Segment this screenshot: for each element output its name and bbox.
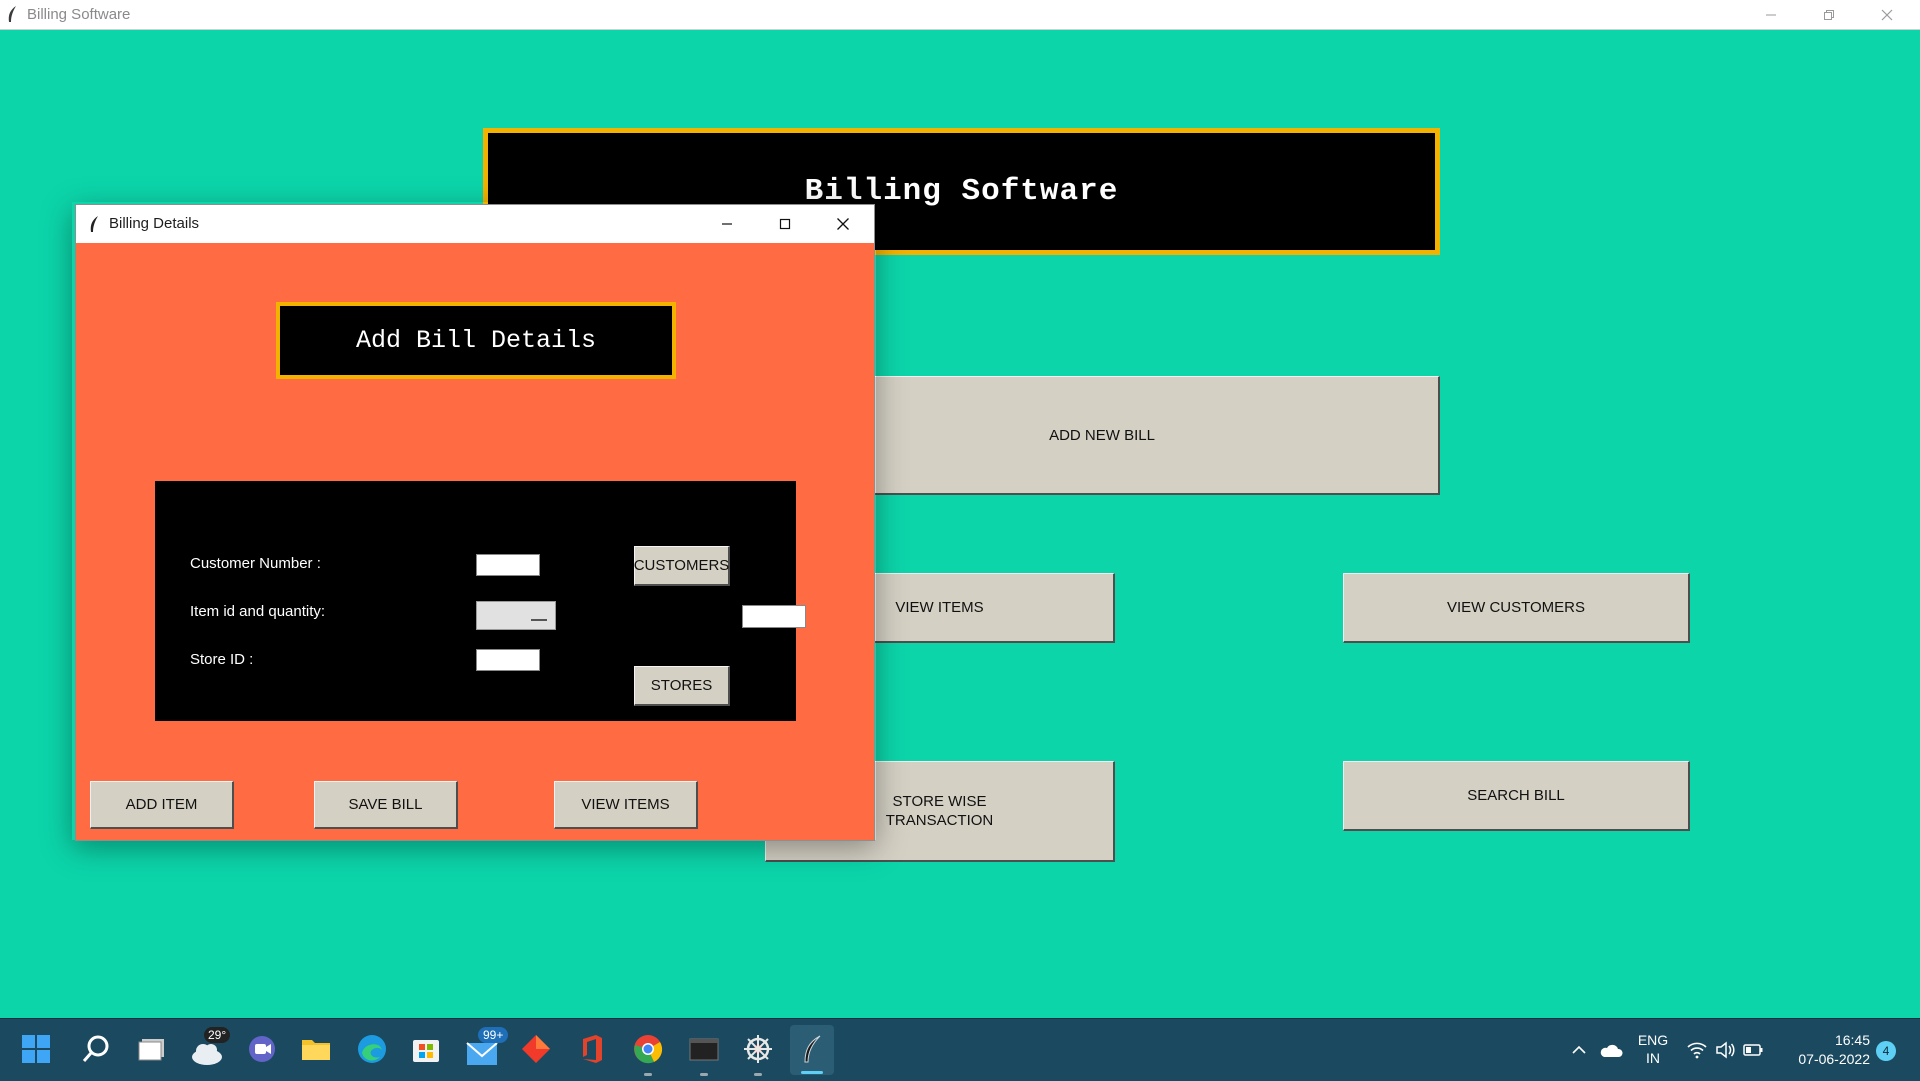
combo-dropdown-icon [531,616,547,621]
save-bill-label: SAVE BILL [348,796,423,813]
clock-time: 16:45 [1834,1032,1870,1048]
helm-wheel-icon [744,1035,772,1063]
search-bill-label: SEARCH BILL [1467,787,1565,804]
customer-number-field[interactable] [476,554,540,576]
folder-icon [302,1040,330,1060]
store-id-label: Store ID : [190,651,254,668]
search-icon [82,1035,109,1062]
terminal-button[interactable] [688,1033,720,1076]
taskbar: 29° 99+ ENG IN 16:45 07-06-2022 4 [0,1018,1920,1081]
tk-app-button-active[interactable] [790,1025,834,1075]
close-button[interactable] [1858,0,1916,30]
notification-center-button[interactable]: 4 [1876,1041,1896,1061]
windows-logo-icon [22,1035,50,1063]
dialog-minimize-button[interactable] [698,205,756,243]
active-indicator [801,1071,823,1074]
dialog-close-button[interactable] [814,205,872,243]
search-bill-button[interactable]: SEARCH BILL [1343,761,1690,831]
dialog-view-items-button[interactable]: VIEW ITEMS [554,781,698,829]
notification-count: 4 [1882,1044,1890,1058]
save-bill-button[interactable]: SAVE BILL [314,781,458,829]
running-indicator [644,1073,652,1076]
edge-browser-icon [358,1035,386,1063]
customers-label: CUSTOMERS [633,557,730,574]
language-line1: ENG [1637,1032,1669,1048]
teams-button[interactable] [246,1033,278,1065]
onedrive-button[interactable] [1599,1041,1623,1059]
add-item-label: ADD ITEM [125,796,198,813]
store-wise-label-line1: STORE WISE [892,793,987,810]
weather-temp-badge: 29° [204,1027,231,1043]
wifi-icon [1687,1042,1707,1059]
task-view-button[interactable] [136,1033,168,1065]
tk-feather-icon [6,5,18,23]
tk-feather-icon [88,215,100,233]
dialog-view-items-label: VIEW ITEMS [581,796,670,813]
teams-chat-icon [249,1036,275,1062]
dialog-maximize-button[interactable] [756,205,814,243]
view-customers-button[interactable]: VIEW CUSTOMERS [1343,573,1690,643]
store-button[interactable] [410,1033,442,1065]
stores-label: STORES [650,677,713,694]
chrome-icon [634,1035,663,1064]
restore-button[interactable] [1800,0,1858,30]
volume-icon [1716,1041,1735,1059]
office-icon [583,1035,602,1063]
settings-wheel-button[interactable] [742,1033,774,1076]
chevron-up-icon [1572,1045,1586,1054]
battery-icon [1743,1044,1763,1056]
weather-widget[interactable]: 29° [190,1027,231,1067]
dialog-titlebar: Billing Details [76,205,874,243]
customer-number-label: Customer Number : [190,555,321,572]
minimize-button[interactable] [1742,0,1800,30]
mail-count-badge: 99+ [478,1027,509,1043]
mail-icon [466,1042,498,1065]
show-hidden-icons-button[interactable] [1570,1041,1588,1059]
dialog-header-title: Add Bill Details [355,326,597,355]
stores-button[interactable]: STORES [634,666,730,706]
microsoft-store-icon [413,1040,439,1062]
language-line2: IN [1646,1050,1660,1066]
edge-button[interactable] [356,1033,388,1065]
bill-form-panel: Customer Number : Item id and quantity: … [155,481,806,721]
store-id-field[interactable] [476,649,540,671]
main-titlebar: Billing Software [0,0,1920,30]
store-wise-label-line2: TRANSACTION [885,812,994,829]
terminal-icon [689,1038,719,1061]
language-indicator[interactable]: ENG IN [1635,1031,1671,1071]
view-customers-label: VIEW CUSTOMERS [1446,599,1586,616]
task-view-icon [138,1039,164,1061]
add-new-bill-label: ADD NEW BILL [1049,426,1155,444]
onedrive-cloud-icon [1600,1044,1623,1057]
running-indicator [700,1073,708,1076]
start-button[interactable] [20,1033,52,1065]
item-id-combobox[interactable] [476,601,556,630]
running-indicator [754,1073,762,1076]
quantity-field[interactable] [742,605,806,628]
file-explorer-button[interactable] [300,1033,332,1065]
dialog-title: Billing Details [109,215,200,232]
chrome-button[interactable] [632,1033,664,1076]
quick-settings-button[interactable] [1686,1039,1766,1061]
view-items-label: VIEW ITEMS [895,599,984,616]
dialog-header: Add Bill Details [276,302,676,379]
app-red-diamond-button[interactable] [520,1033,552,1065]
office-button[interactable] [576,1033,608,1065]
red-diamond-app-icon [522,1035,550,1063]
customers-button[interactable]: CUSTOMERS [634,546,730,586]
item-qty-label: Item id and quantity: [190,603,326,620]
clock-date: 07-06-2022 [1798,1051,1870,1067]
clock-button[interactable]: 16:45 07-06-2022 [1778,1031,1870,1071]
search-taskbar-button[interactable] [80,1033,112,1065]
mail-button[interactable]: 99+ [466,1027,509,1067]
cloud-icon [192,1044,222,1065]
tk-feather-app-icon [804,1035,821,1063]
billing-details-dialog: Billing Details Add Bill Details Custome… [75,204,875,841]
window-title: Billing Software [27,6,131,23]
add-item-button[interactable]: ADD ITEM [90,781,234,829]
